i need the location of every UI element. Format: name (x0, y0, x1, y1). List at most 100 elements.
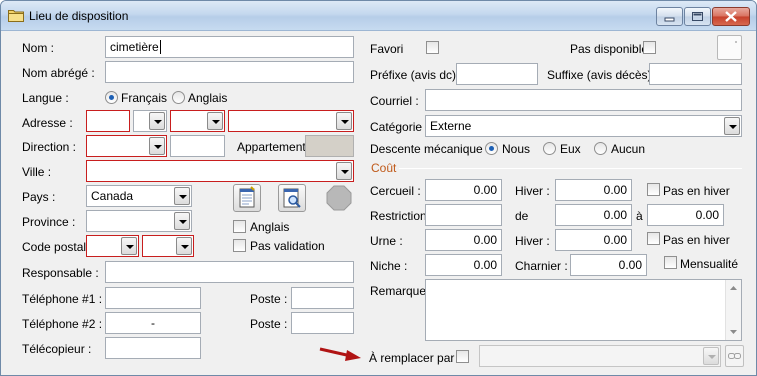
pas-en-hiver1-label: Pas en hiver (663, 184, 730, 198)
cercueil-input[interactable]: 0.00 (425, 179, 502, 201)
chevron-down-icon[interactable] (724, 117, 740, 135)
chevron-down-icon[interactable] (336, 112, 352, 130)
poste2-input[interactable] (291, 312, 354, 334)
favori-checkbox[interactable] (426, 41, 439, 54)
courriel-label: Courriel : (370, 94, 419, 108)
pas-disponible-checkbox[interactable] (643, 41, 656, 54)
telephone2-label: Téléphone #2 : (22, 317, 103, 331)
hiver2-input[interactable]: 0.00 (555, 229, 632, 251)
notepad-button[interactable] (233, 184, 261, 212)
stop-sign-icon (326, 185, 352, 211)
adresse-rue-select[interactable] (228, 110, 354, 132)
cout-section-label: Coût (371, 161, 397, 175)
suffixe-label: Suffixe (avis décès) : (547, 68, 659, 82)
telecopieur-label: Télécopieur : (22, 342, 92, 356)
telephone2-input[interactable]: - (105, 312, 201, 334)
charnier-input[interactable]: 0.00 (570, 254, 647, 276)
chevron-down-icon[interactable] (174, 212, 190, 230)
chevron-down-icon[interactable] (149, 137, 165, 155)
restriction-label: Restriction : (370, 209, 434, 223)
document-search-button[interactable] (278, 184, 306, 212)
maximize-button[interactable] (684, 7, 711, 26)
adresse-type-select[interactable] (170, 110, 225, 132)
a-label: à (636, 209, 643, 223)
mensualite-label: Mensualité (680, 257, 739, 271)
appartement-input (305, 135, 354, 157)
niche-label: Niche : (370, 259, 408, 273)
hiver1-input[interactable]: 0.00 (555, 179, 632, 201)
nom-abrege-input[interactable] (105, 61, 354, 83)
remarque-scrollbar[interactable] (725, 280, 741, 340)
appartement-label: Appartement : (237, 140, 313, 154)
urne-label: Urne : (370, 234, 403, 248)
de-input[interactable]: 0.00 (555, 204, 632, 226)
suffixe-input[interactable] (649, 63, 742, 85)
categorie-value: Externe (430, 119, 472, 133)
pas-en-hiver2-checkbox[interactable] (647, 232, 660, 245)
link-icon (728, 353, 741, 359)
prefixe-input[interactable] (456, 63, 538, 85)
image-placeholder-icon (735, 41, 737, 43)
pays-label: Pays : (22, 190, 56, 204)
scroll-up-icon[interactable] (726, 282, 741, 294)
courriel-input[interactable] (425, 89, 742, 111)
anglais-checkbox[interactable] (233, 220, 246, 233)
descente-nous-radio[interactable] (485, 142, 498, 155)
chevron-down-icon[interactable] (207, 112, 223, 130)
adresse-suffixe-select[interactable] (133, 110, 167, 132)
chevron-down-icon[interactable] (121, 237, 137, 255)
telephone1-input[interactable] (105, 287, 201, 309)
province-select[interactable] (86, 210, 192, 232)
nom-input[interactable]: cimetière (105, 36, 354, 58)
responsable-label: Responsable : (22, 266, 99, 280)
chevron-down-icon[interactable] (149, 112, 165, 130)
direction-select[interactable] (86, 135, 167, 157)
descente-aucun-radio[interactable] (594, 142, 607, 155)
langue-francais-radio[interactable] (105, 91, 118, 104)
direction-extra-input[interactable] (170, 135, 225, 157)
mensualite-checkbox[interactable] (664, 256, 677, 269)
niche-input[interactable]: 0.00 (425, 254, 502, 276)
chevron-down-icon[interactable] (174, 187, 190, 205)
adresse-numero-input[interactable] (86, 110, 130, 132)
cercueil-label: Cercueil : (370, 184, 421, 198)
code-postal-label: Code postal : (22, 240, 93, 254)
hiver2-label: Hiver : (515, 234, 550, 248)
province-label: Province : (22, 215, 76, 229)
minimize-button[interactable] (656, 7, 683, 26)
chevron-down-icon[interactable] (336, 162, 352, 180)
a-input[interactable]: 0.00 (647, 204, 724, 226)
photo-button[interactable] (717, 35, 742, 60)
remplacer-label: À remplacer par : (369, 351, 462, 365)
pays-select[interactable]: Canada (86, 185, 192, 207)
telephone1-label: Téléphone #1 : (22, 292, 103, 306)
remplacer-select (479, 345, 721, 367)
categorie-select[interactable]: Externe (425, 115, 742, 137)
descente-eux-radio[interactable] (543, 142, 556, 155)
code-postal-part1-select[interactable] (86, 235, 139, 257)
telecopieur-input[interactable] (105, 337, 201, 359)
remplacer-checkbox[interactable] (456, 350, 469, 363)
poste1-input[interactable] (291, 287, 354, 309)
urne-input[interactable]: 0.00 (425, 229, 502, 251)
code-postal-part2-select[interactable] (142, 235, 194, 257)
pas-validation-checkbox[interactable] (233, 239, 246, 252)
direction-label: Direction : (22, 140, 77, 154)
langue-francais-label: Français (121, 91, 168, 105)
pas-validation-label: Pas validation (250, 239, 325, 253)
anglais-label: Anglais (250, 220, 290, 234)
title-bar: Lieu de disposition (1, 1, 756, 31)
ville-select[interactable] (86, 160, 354, 182)
langue-anglais-radio[interactable] (172, 91, 185, 104)
poste1-label: Poste : (250, 292, 288, 306)
responsable-input[interactable] (105, 261, 354, 283)
scroll-down-icon[interactable] (726, 326, 741, 338)
close-button[interactable] (712, 7, 750, 26)
notepad-icon (239, 186, 255, 208)
stop-button[interactable] (325, 184, 353, 212)
chevron-down-icon[interactable] (176, 237, 192, 255)
remarque-textarea[interactable] (425, 279, 742, 341)
pas-en-hiver1-checkbox[interactable] (647, 183, 660, 196)
restriction-input[interactable] (425, 204, 502, 226)
categorie-label: Catégorie : (370, 120, 429, 134)
